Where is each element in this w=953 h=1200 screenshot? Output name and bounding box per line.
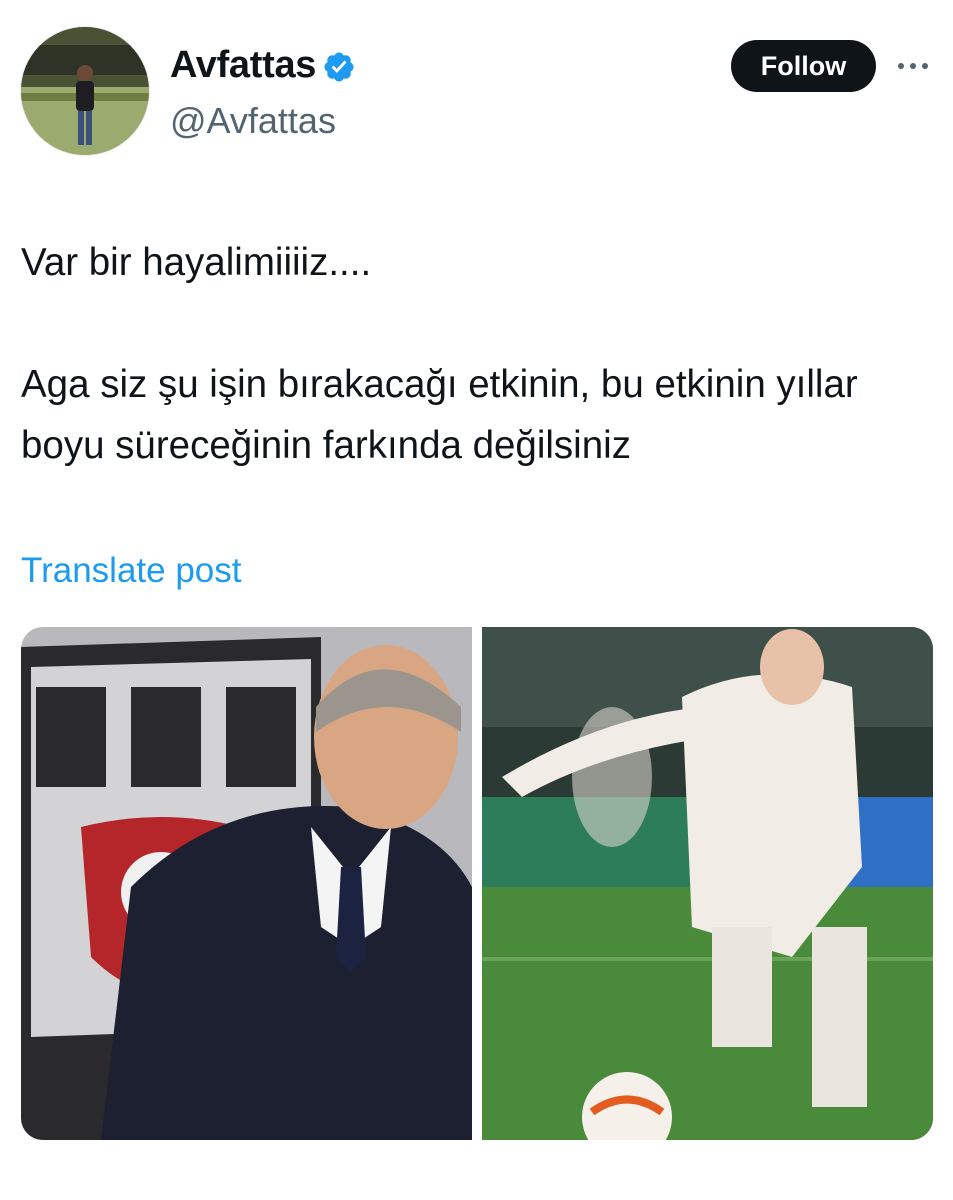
media-photo-left[interactable] bbox=[21, 627, 472, 1140]
tweet-media[interactable] bbox=[21, 627, 933, 1140]
author-handle[interactable]: @Avfattas bbox=[170, 100, 336, 142]
more-options-icon[interactable] bbox=[895, 54, 931, 78]
media-photo-right[interactable] bbox=[482, 627, 933, 1140]
avatar-image bbox=[21, 27, 149, 155]
profile-avatar[interactable] bbox=[21, 27, 149, 155]
player-photo-image bbox=[482, 627, 933, 1140]
tweet-text: Var bir hayalimiiiiz.... Aga siz şu işin… bbox=[21, 232, 931, 476]
tweet-line-1: Var bir hayalimiiiiz.... bbox=[21, 241, 372, 284]
coach-photo-image bbox=[21, 627, 472, 1140]
author-display-name[interactable]: Avfattas bbox=[170, 44, 316, 87]
translate-post-link[interactable]: Translate post bbox=[21, 551, 241, 591]
tweet-line-2: Aga siz şu işin bırakacağı etkinin, bu e… bbox=[21, 363, 858, 467]
verified-badge-icon bbox=[324, 51, 354, 82]
author-name-row: Avfattas bbox=[170, 44, 356, 87]
follow-button[interactable]: Follow bbox=[731, 40, 876, 92]
